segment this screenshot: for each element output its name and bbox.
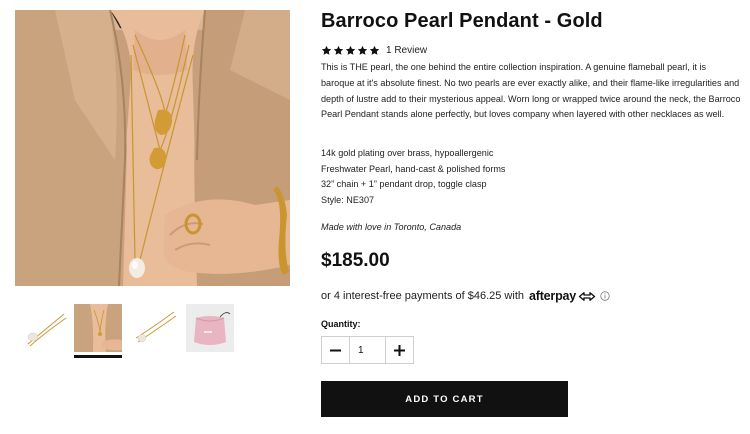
quantity-input[interactable]	[349, 337, 386, 363]
afterpay-brand: afterpay	[529, 289, 577, 303]
pouch-thumbnail-image	[186, 304, 234, 352]
star-icon	[321, 45, 332, 55]
thumbnail-model-wearing-necklaces[interactable]	[74, 304, 122, 358]
rating-row: 1 Review	[321, 43, 427, 57]
review-count-link[interactable]: 1 Review	[386, 45, 427, 56]
afterpay-logo[interactable]: afterpay	[529, 289, 596, 303]
thumbnail-strip	[20, 304, 250, 360]
quantity-label: Quantity:	[321, 319, 361, 329]
star-icon	[345, 45, 356, 55]
afterpay-arrows-icon	[578, 291, 596, 301]
chain-thumbnail-image	[130, 304, 178, 352]
add-to-cart-button[interactable]: ADD TO CART	[321, 381, 568, 417]
afterpay-installments: or 4 interest-free payments of $46.25 wi…	[321, 289, 610, 303]
plus-icon	[394, 344, 405, 356]
star-icon	[369, 45, 380, 55]
minus-icon	[330, 349, 341, 351]
afterpay-text: or 4 interest-free payments of $46.25 wi…	[321, 290, 524, 302]
spec-line: 32” chain + 1” pendant drop, toggle clas…	[321, 179, 487, 189]
info-icon[interactable]	[600, 291, 610, 301]
quantity-stepper	[321, 336, 414, 364]
thumbnail-pink-pouch[interactable]	[186, 304, 234, 352]
star-icon	[357, 45, 368, 55]
quantity-increase-button[interactable]	[386, 337, 413, 363]
star-icon	[333, 45, 344, 55]
pendant-thumbnail-image	[20, 304, 68, 352]
main-product-image[interactable]	[15, 10, 290, 286]
product-description: This is THE pearl, the one behind the en…	[321, 62, 741, 120]
model-wearing-necklaces-image	[15, 10, 290, 286]
spec-line: Freshwater Pearl, hand-cast & polished f…	[321, 163, 506, 174]
spec-line: Style: NE307	[321, 194, 375, 205]
model-thumbnail-image	[74, 304, 122, 352]
spec-line: 14k gold plating over brass, hypoallerge…	[321, 148, 494, 158]
product-title: Barroco Pearl Pendant - Gold	[321, 10, 603, 32]
thumbnail-pendant-on-white[interactable]	[20, 304, 68, 352]
product-price: $185.00	[321, 250, 390, 271]
star-rating	[321, 45, 380, 56]
product-specs: 14k gold plating over brass, hypoallerge…	[321, 146, 505, 208]
thumbnail-chain-on-white[interactable]	[130, 304, 178, 352]
made-in-note: Made with love in Toronto, Canada	[321, 222, 462, 232]
quantity-decrease-button[interactable]	[322, 337, 349, 363]
